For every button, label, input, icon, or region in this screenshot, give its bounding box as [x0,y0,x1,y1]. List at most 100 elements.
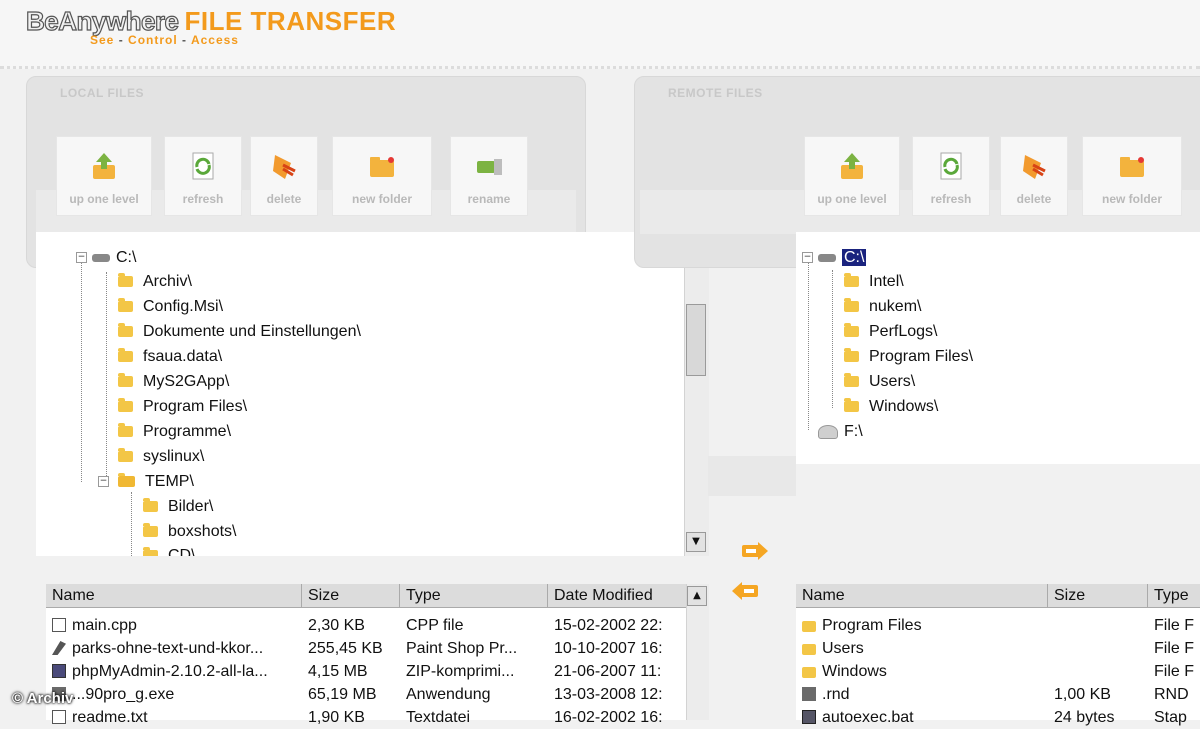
transfer-to-remote-icon[interactable] [740,540,770,562]
cell-type: RND [1154,686,1189,703]
refresh-icon [940,152,962,180]
collapse-toggle[interactable]: − [76,252,87,263]
cell-type: Anwendung [406,686,491,703]
transfer-to-local-icon[interactable] [730,580,760,602]
local-table-scrollbar[interactable]: ▲ [686,584,709,720]
table-row[interactable]: autoexec.bat 24 bytes Stap [796,706,1200,729]
brand-accent: FILE TRANSFER [184,6,397,36]
cell-type: Paint Shop Pr... [406,640,518,657]
batch-file-icon [802,710,816,724]
toolbar-label: refresh [182,192,224,206]
tree-label: Program Files\ [143,398,248,415]
scroll-up-button[interactable]: ▲ [687,586,707,606]
local-new-folder-button[interactable]: new folder [332,136,432,216]
remote-tree-item[interactable]: Intel\ [844,272,904,292]
remote-tree-item[interactable]: PerfLogs\ [844,322,937,342]
local-tree-item[interactable]: MyS2GApp\ [118,372,229,392]
table-row[interactable]: main.cpp 2,30 KB CPP file 15-02-2002 22: [46,614,686,637]
remote-tree-item[interactable]: Program Files\ [844,347,973,367]
local-files-title: LOCAL FILES [60,86,144,100]
cell-size: 2,30 KB [308,617,365,634]
collapse-toggle[interactable]: − [98,476,109,487]
remote-refresh-button[interactable]: refresh [912,136,990,216]
tree-label: Dokumente und Einstellungen\ [143,323,361,340]
column-header-size[interactable]: Size [302,584,400,608]
remote-up-one-level-button[interactable]: up one level [804,136,900,216]
tree-label: TEMP\ [145,473,194,490]
column-header-size[interactable]: Size [1048,584,1148,608]
tagline: See - Control - Access [90,33,239,47]
new-folder-icon [1120,157,1144,177]
remote-tree-item[interactable]: nukem\ [844,297,921,317]
tagline-see: See [90,33,115,47]
table-row[interactable]: Windows File F [796,660,1200,683]
up-level-icon [93,153,115,179]
remote-tree-item[interactable]: Windows\ [844,397,938,417]
remote-tree-item[interactable]: Users\ [844,372,915,392]
tree-label: syslinux\ [143,448,205,465]
local-tree-item[interactable]: Program Files\ [118,397,247,417]
local-tree-subitem[interactable]: boxshots\ [143,522,236,542]
table-row[interactable]: readme.txt 1,90 KB Textdatei 16-02-2002 … [46,706,686,729]
cell-date: 10-10-2007 16: [554,640,663,657]
app-header: BeAnywhere FILE TRANSFER See - Control - … [0,0,1200,69]
table-row[interactable]: parks-ohne-text-und-kkor... 255,45 KB Pa… [46,637,686,660]
folder-icon [802,667,816,678]
cell-date: 13-03-2008 12: [554,686,663,703]
local-delete-button[interactable]: delete [250,136,318,216]
toolbar-label: up one level [69,192,139,206]
folder-icon [844,348,859,363]
tree-label: Program Files\ [869,348,974,365]
local-tree-item[interactable]: Dokumente und Einstellungen\ [118,322,361,342]
local-tree-item[interactable]: fsaua.data\ [118,347,222,367]
tree-label: MyS2GApp\ [143,373,230,390]
local-tree-item[interactable]: TEMP\ [118,472,194,492]
drive-icon [818,424,838,439]
local-up-one-level-button[interactable]: up one level [56,136,152,216]
scroll-thumb[interactable] [686,304,706,376]
drive-icon [92,253,110,262]
column-header-name[interactable]: Name [796,584,1048,608]
delete-icon [273,155,296,179]
cell-name: phpMyAdmin-2.10.2-all-la... [72,663,268,680]
local-refresh-button[interactable]: refresh [164,136,242,216]
folder-icon [844,273,859,288]
tree-label: Users\ [869,373,916,390]
cell-name: readme.txt [72,709,148,726]
column-header-type[interactable]: Type [1148,584,1200,608]
remote-tree-drive[interactable]: F:\ [818,422,863,442]
local-tree-item[interactable]: syslinux\ [118,447,204,467]
table-row[interactable]: .rnd 1,00 KB RND [796,683,1200,706]
remote-tree-root[interactable]: C:\ [818,248,867,268]
local-tree-item[interactable]: Programme\ [118,422,231,442]
tagline-access: Access [190,33,239,47]
collapse-toggle[interactable]: − [802,252,813,263]
column-header-type[interactable]: Type [400,584,548,608]
scroll-down-button[interactable]: ▼ [686,532,706,552]
toolbar-label: up one level [817,192,887,206]
column-header-name[interactable]: Name [46,584,302,608]
refresh-icon [192,152,214,180]
zip-file-icon [52,664,66,678]
text-file-icon [52,710,66,724]
local-tree-root[interactable]: C:\ [92,248,136,268]
cell-type: File F [1154,663,1194,680]
column-header-date[interactable]: Date Modified [548,584,686,608]
local-tree-subitem[interactable]: CD\ [143,546,196,556]
local-tree-subitem[interactable]: Bilder\ [143,497,213,517]
local-tree-item[interactable]: Config.Msi\ [118,297,223,317]
cell-name: Windows [822,663,887,680]
local-tree-item[interactable]: Archiv\ [118,272,192,292]
local-rename-button[interactable]: rename [450,136,528,216]
folder-icon [844,298,859,313]
remote-new-folder-button[interactable]: new folder [1082,136,1182,216]
table-row[interactable]: phpMyAdmin-2.10.2-all-la... 4,15 MB ZIP-… [46,660,686,683]
cell-size: 255,45 KB [308,640,383,657]
table-row[interactable]: ...90pro_g.exe 65,19 MB Anwendung 13-03-… [46,683,686,706]
local-tree-scrollbar[interactable]: ▲ ▼ [684,244,709,556]
table-row[interactable]: Program Files File F [796,614,1200,637]
tree-label: PerfLogs\ [869,323,938,340]
table-row[interactable]: Users File F [796,637,1200,660]
folder-icon [118,273,133,288]
remote-delete-button[interactable]: delete [1000,136,1068,216]
